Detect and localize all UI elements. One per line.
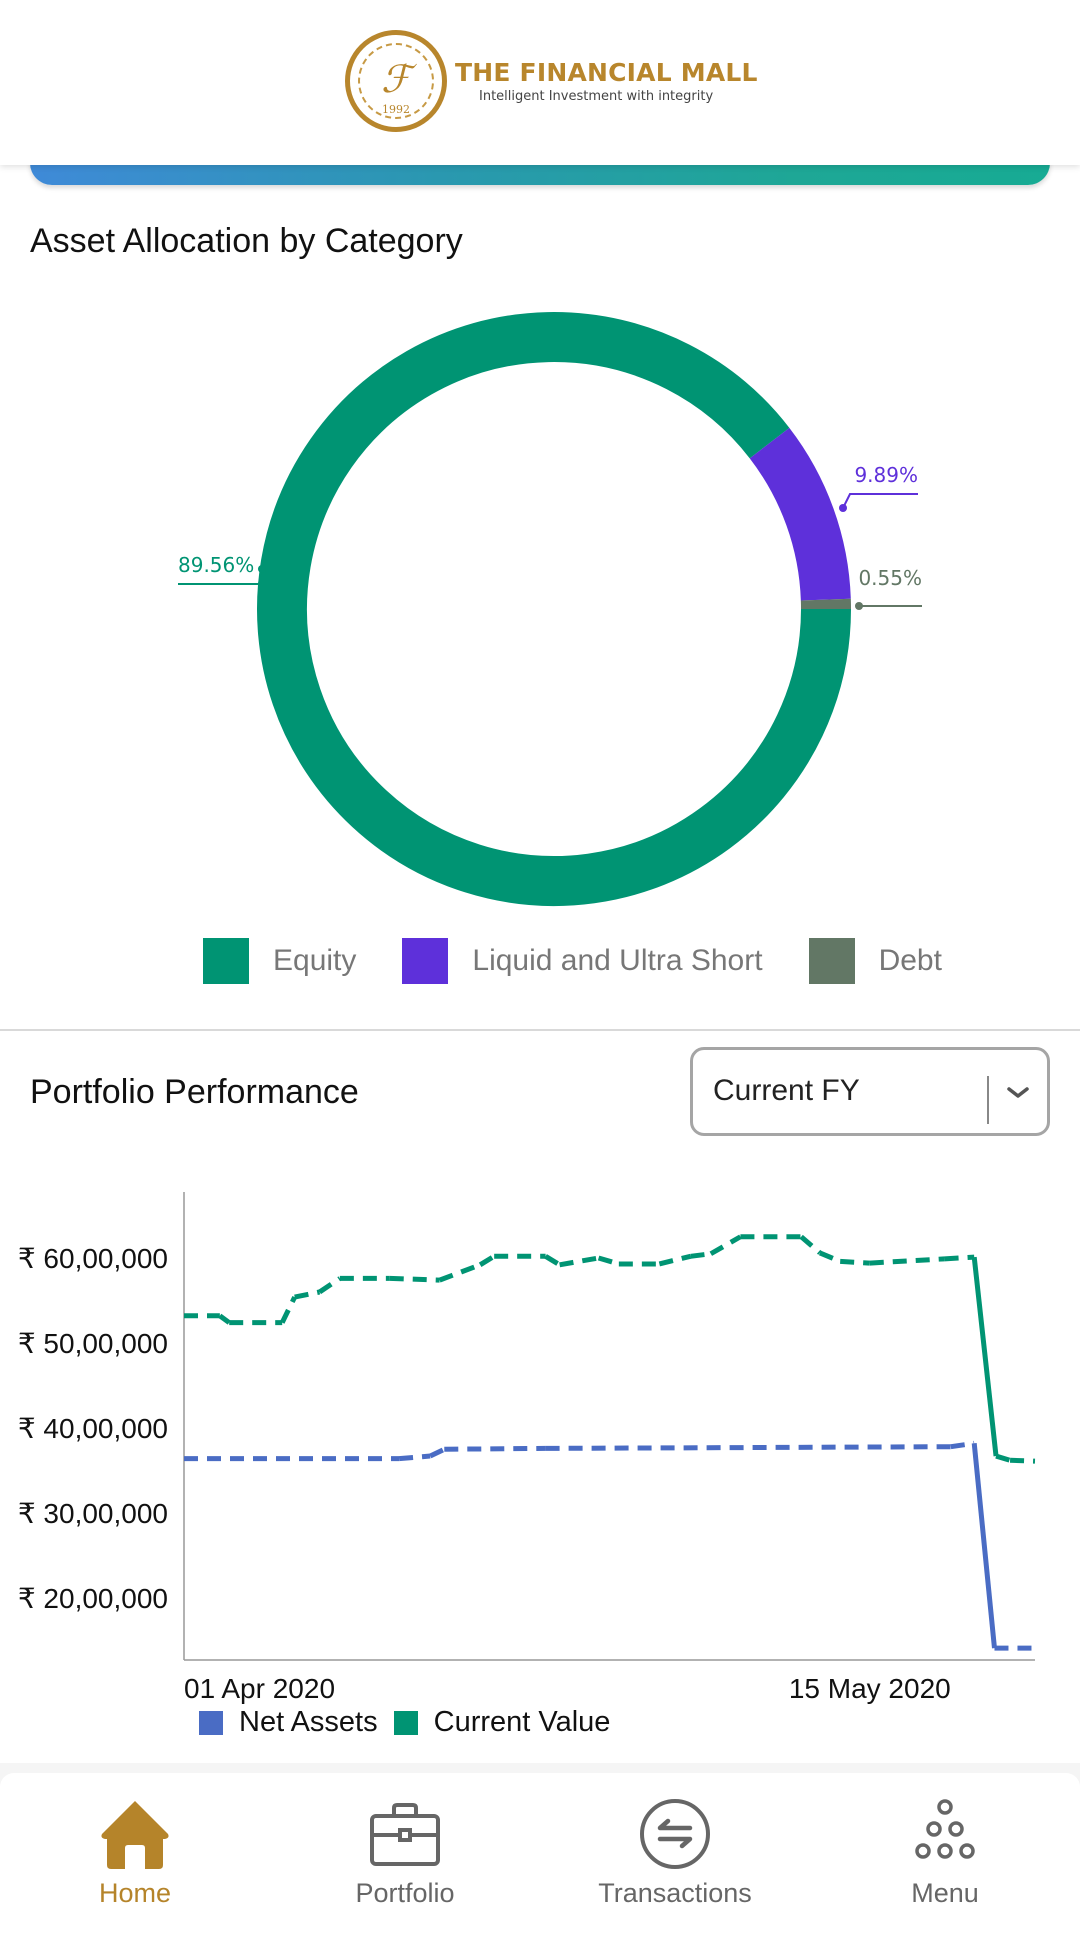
line-segment bbox=[294, 1289, 321, 1300]
line-segment bbox=[597, 1255, 620, 1267]
legend-swatch bbox=[808, 938, 855, 984]
legend-swatch bbox=[402, 938, 449, 984]
legend-swatch bbox=[203, 938, 249, 984]
tab-label: Transactions bbox=[598, 1878, 752, 1908]
brand-tagline: Intelligent Investment with integrity bbox=[479, 89, 714, 104]
allocation-donut-chart: 89.56% 9.89% 0.55% bbox=[178, 312, 922, 906]
leader-dot bbox=[855, 602, 863, 610]
legend-item-liquid[interactable]: Liquid and Ultra Short bbox=[402, 938, 763, 984]
legend-label: Current Value bbox=[433, 1706, 611, 1738]
tab-home[interactable]: Home bbox=[0, 1773, 270, 1940]
seal-emblem-icon: ℱ 1992 bbox=[345, 30, 447, 132]
legend-item-debt[interactable]: Debt bbox=[808, 938, 942, 984]
allocation-legend: Equity Liquid and Ultra Short Debt bbox=[203, 938, 988, 984]
brand-logo: ℱ 1992 THE FINANCIAL MALL Intelligent In… bbox=[345, 30, 758, 132]
leader-line bbox=[842, 493, 918, 509]
menu-dots-icon bbox=[915, 1799, 975, 1859]
app-header: ℱ 1992 THE FINANCIAL MALL Intelligent In… bbox=[0, 0, 1080, 165]
brand-name: THE FINANCIAL MALL bbox=[455, 58, 758, 87]
line-segment bbox=[478, 1254, 496, 1267]
legend-swatch bbox=[199, 1710, 223, 1735]
tab-transactions[interactable]: Transactions bbox=[540, 1773, 810, 1940]
legend-label: Debt bbox=[878, 944, 942, 977]
legend-label: Net Assets bbox=[239, 1706, 378, 1738]
line-segment bbox=[318, 1276, 342, 1295]
legend-item-current-value[interactable]: Current Value bbox=[393, 1706, 611, 1739]
period-select[interactable]: Current FY bbox=[690, 1047, 1050, 1136]
legend-swatch bbox=[393, 1710, 418, 1735]
line-segment bbox=[971, 1256, 999, 1457]
tab-portfolio[interactable]: Portfolio bbox=[270, 1773, 540, 1940]
donut-label-equity: 89.56% bbox=[178, 553, 266, 585]
line-segment bbox=[545, 1444, 951, 1451]
line-segment bbox=[840, 1258, 870, 1266]
section-divider bbox=[0, 1029, 1080, 1031]
line-segment bbox=[950, 1440, 975, 1450]
performance-line-chart: ₹ 20,00,000 ₹ 30,00,000 ₹ 40,00,000 ₹ 50,00… bbox=[18, 1192, 1036, 1704]
line-segment bbox=[818, 1250, 842, 1264]
line-segment bbox=[429, 1447, 446, 1459]
select-separator bbox=[987, 1076, 989, 1124]
line-segment bbox=[544, 1254, 561, 1267]
line-segment bbox=[279, 1296, 297, 1324]
line-segment bbox=[398, 1453, 431, 1462]
seal-year: 1992 bbox=[382, 103, 410, 116]
line-segment bbox=[1009, 1457, 1036, 1464]
bottom-tab-bar: Home Portfolio Transactions Menu bbox=[0, 1773, 1080, 1940]
chevron-down-icon[interactable] bbox=[1003, 1072, 1033, 1112]
donut-slice-equity[interactable] bbox=[257, 312, 851, 906]
period-select-value: Current FY bbox=[713, 1074, 860, 1107]
performance-legend: Net Assets Current Value bbox=[199, 1706, 626, 1739]
line-segment bbox=[389, 1275, 440, 1283]
line-segment bbox=[444, 1445, 546, 1452]
y-tick-label: ₹ 20,00,000 bbox=[18, 1583, 168, 1614]
legend-label: Equity bbox=[273, 944, 357, 977]
y-tick-label: ₹ 30,00,000 bbox=[18, 1498, 168, 1529]
transfer-icon bbox=[640, 1799, 710, 1869]
line-segment bbox=[799, 1234, 822, 1255]
tab-label: Portfolio bbox=[355, 1878, 455, 1908]
seal-monogram: ℱ bbox=[381, 57, 411, 101]
briefcase-icon bbox=[370, 1803, 440, 1866]
line-segment bbox=[869, 1256, 945, 1266]
line-segment bbox=[709, 1234, 742, 1256]
legend-item-net-assets[interactable]: Net Assets bbox=[199, 1706, 378, 1739]
x-tick-label: 01 Apr 2020 bbox=[184, 1673, 335, 1704]
donut-percent-label: 9.89% bbox=[854, 463, 918, 487]
donut-percent-label: 0.55% bbox=[858, 566, 922, 590]
tab-label: Home bbox=[98, 1878, 172, 1908]
tab-label: Menu bbox=[911, 1878, 979, 1908]
line-segment bbox=[218, 1313, 231, 1325]
donut-label-debt: 0.55% bbox=[855, 566, 922, 610]
allocation-title: Asset Allocation by Category bbox=[30, 222, 463, 260]
y-tick-label: ₹ 60,00,000 bbox=[18, 1243, 168, 1274]
line-segment bbox=[690, 1251, 712, 1259]
line-segment bbox=[995, 1453, 1011, 1463]
performance-title: Portfolio Performance bbox=[30, 1073, 359, 1111]
line-segment bbox=[944, 1254, 975, 1262]
y-tick-label: ₹ 40,00,000 bbox=[18, 1413, 168, 1444]
donut-label-liquid-and-ultra-short: 9.89% bbox=[839, 463, 918, 512]
line-segment bbox=[658, 1253, 692, 1267]
legend-item-equity[interactable]: Equity bbox=[203, 938, 356, 984]
line-segment bbox=[559, 1255, 600, 1268]
series-current-value bbox=[184, 1234, 1036, 1464]
donut-percent-label: 89.56% bbox=[178, 553, 254, 577]
home-icon bbox=[101, 1801, 169, 1869]
donut-slice-liquid-and-ultra-short[interactable] bbox=[749, 427, 851, 601]
legend-label: Liquid and Ultra Short bbox=[472, 944, 763, 977]
x-tick-label: 15 May 2020 bbox=[789, 1673, 951, 1704]
leader-dot bbox=[839, 504, 847, 512]
line-segment bbox=[438, 1262, 482, 1283]
tab-menu[interactable]: Menu bbox=[810, 1773, 1080, 1940]
leader-dot bbox=[258, 565, 266, 573]
series-net-assets bbox=[184, 1440, 1035, 1651]
y-tick-label: ₹ 50,00,000 bbox=[18, 1328, 168, 1359]
line-segment bbox=[971, 1443, 997, 1649]
